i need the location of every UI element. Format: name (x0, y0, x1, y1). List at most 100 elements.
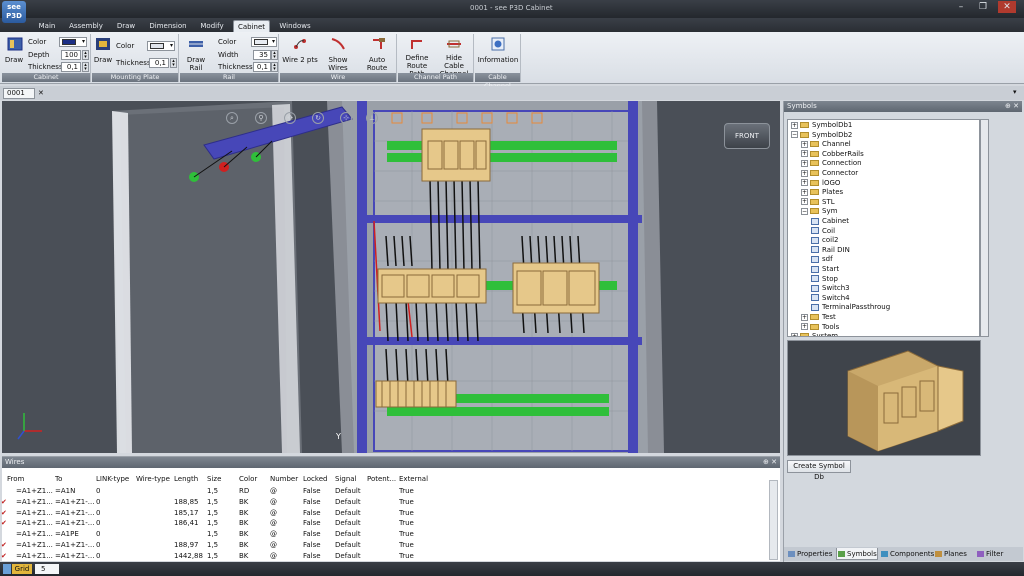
tree-node[interactable]: + Test (801, 313, 836, 322)
tree-node[interactable]: + Channel (801, 140, 851, 149)
information-button[interactable]: Information (475, 56, 521, 64)
rail-thickness-input[interactable]: 0,1 (253, 62, 271, 72)
tab-filter[interactable]: Filter (976, 548, 1010, 560)
column-header[interactable]: Locked (303, 474, 333, 484)
create-symbol-db-button[interactable]: Create Symbol Db (787, 460, 851, 481)
tree-scrollbar[interactable] (980, 119, 989, 337)
tab-cabinet[interactable]: Cabinet (233, 20, 270, 32)
column-header[interactable]: LINK-type (96, 474, 134, 484)
document-tab[interactable]: 0001 (3, 88, 35, 99)
draw-rail-button[interactable]: Draw Rail (180, 56, 212, 72)
expand-icon[interactable]: + (801, 159, 808, 167)
tree-node[interactable]: Switch4 (811, 294, 850, 303)
tab-draw[interactable]: Draw (112, 20, 140, 32)
app-logo[interactable]: see P3D (2, 1, 26, 23)
tab-symbols[interactable]: Symbols (836, 548, 878, 560)
tree-node[interactable]: Start (811, 265, 839, 274)
wire-2pts-button[interactable]: Wire 2 pts (282, 56, 318, 64)
maximize-button[interactable]: ❐ (974, 1, 992, 13)
column-header[interactable]: Wire-type (136, 474, 172, 484)
auto-route-button[interactable]: Auto Route (358, 56, 396, 72)
rail-thickness-spinner[interactable]: ▴ ▾ (271, 62, 278, 72)
tab-dimension[interactable]: Dimension (146, 20, 190, 32)
tree-node[interactable]: Cabinet (811, 217, 849, 226)
cabinet-color-select[interactable]: ▾ (59, 37, 87, 47)
table-row[interactable]: ✔ =A1+Z1... =A1+Z1-... 0 188,97 1,5 BK @ False De… (1, 540, 768, 550)
tab-properties[interactable]: Properties (787, 548, 835, 560)
tab-modify[interactable]: Modify (196, 20, 228, 32)
expand-icon[interactable]: + (791, 121, 798, 129)
cabinet-depth-input[interactable]: 100 (61, 50, 81, 60)
column-header[interactable]: Signal (335, 474, 365, 484)
rail-color-select[interactable]: ▾ (251, 37, 277, 47)
expand-icon[interactable]: + (801, 198, 808, 206)
table-row[interactable]: ✔ =A1+Z1... =A1+Z1-... 0 185,17 1,5 BK @ False De… (1, 508, 768, 518)
zoom-icon[interactable]: ⚲ (255, 112, 267, 124)
tree-node[interactable]: sdf (811, 255, 833, 264)
expand-icon[interactable]: + (801, 179, 808, 187)
column-header[interactable]: Length (174, 474, 206, 484)
tree-node[interactable]: TerminalPassthroug (811, 303, 890, 312)
column-header[interactable]: To (55, 474, 95, 484)
tree-node[interactable]: + lOGO (801, 179, 840, 188)
expand-icon[interactable]: + (791, 332, 798, 336)
table-row[interactable]: =A1+Z1... =A1N 0 1,5 RD @ False Default True (2, 486, 768, 496)
rail-width-spinner[interactable]: ▴ ▾ (271, 50, 278, 60)
cabinet-thickness-input[interactable]: 0,1 (61, 62, 81, 72)
chevron-down-icon[interactable]: ▾ (1013, 88, 1017, 96)
tree-node[interactable]: Switch3 (811, 284, 850, 293)
column-header[interactable]: External (399, 474, 429, 484)
tree-node[interactable]: coil2 (811, 236, 838, 245)
column-header[interactable]: From (7, 474, 53, 484)
tree-node[interactable]: + Connection (801, 159, 862, 168)
grid-toggle-icon[interactable] (3, 564, 11, 574)
expand-icon[interactable]: + (801, 150, 808, 158)
column-header[interactable]: Potent... (367, 474, 397, 484)
pin-icon[interactable]: ⊕ ✕ (1005, 101, 1019, 112)
close-icon[interactable]: ✕ (38, 89, 44, 97)
expand-icon[interactable]: + (801, 323, 808, 331)
table-row[interactable]: ✔ =A1+Z1... =A1+Z1-... 0 186,41 1,5 BK @ False De… (1, 518, 768, 528)
expand-icon[interactable]: + (801, 140, 808, 148)
expand-icon[interactable]: + (801, 169, 808, 177)
close-button[interactable]: ✕ (998, 1, 1016, 13)
expand-icon[interactable]: + (801, 313, 808, 321)
collapse-icon[interactable]: − (791, 131, 798, 139)
tree-node[interactable]: + Plates (801, 188, 843, 197)
column-header[interactable]: Color (239, 474, 267, 484)
minimize-button[interactable]: – (952, 1, 970, 13)
show-wires-button[interactable]: Show Wires (318, 56, 358, 72)
tree-node[interactable]: + Tools (801, 323, 839, 332)
rail-width-input[interactable]: 35 (253, 50, 271, 60)
mounting-plate-draw-button[interactable]: Draw (92, 56, 114, 64)
pin-icon[interactable]: ⊕ ✕ (763, 457, 777, 468)
collapse-icon[interactable]: − (801, 207, 808, 215)
column-header[interactable]: Size (207, 474, 237, 484)
symbol-tree[interactable]: + SymbolDb1 − SymbolDb2 + Channel + CobberRails… (787, 119, 980, 337)
tree-node[interactable]: + CobberRails (801, 150, 864, 159)
table-row[interactable]: ✔ =A1+Z1... =A1+Z1-... 0 1442,88 1,5 BK @ False D… (1, 551, 768, 561)
plate-thickness-spinner[interactable]: ▴ ▾ (170, 58, 177, 68)
tree-node[interactable]: + Connector (801, 169, 858, 178)
tab-components[interactable]: Components (880, 548, 934, 560)
table-row[interactable]: ✔ =A1+Z1... =A1+Z1-... 0 188,85 1,5 BK @ False De… (1, 497, 768, 507)
tree-node[interactable]: + System (791, 332, 838, 336)
orbit-icon[interactable]: ⊹ (340, 112, 352, 124)
tree-node[interactable]: Coil (811, 227, 835, 236)
tree-node[interactable]: Rail DIN (811, 246, 850, 255)
axis-icon[interactable]: ⟂ (366, 112, 378, 124)
table-row[interactable]: =A1+Z1... =A1PE 0 1,5 BK @ False Default True (2, 529, 768, 539)
expand-icon[interactable]: + (801, 188, 808, 196)
cabinet-draw-button[interactable]: Draw (2, 56, 26, 64)
view-cube[interactable]: FRONT (724, 123, 770, 149)
wires-scrollbar[interactable] (769, 480, 778, 560)
tree-node[interactable]: − SymbolDb2 (791, 131, 852, 140)
cabinet-thickness-spinner[interactable]: ▴ ▾ (82, 62, 89, 72)
tab-planes[interactable]: Planes (934, 548, 972, 560)
plate-thickness-input[interactable]: 0,1 (149, 58, 169, 68)
3d-viewport[interactable]: ⌕ ⚲ ✥ ↻ ⊹ ⟂ FRONT Y (2, 101, 780, 453)
rotate-icon[interactable]: ↻ (312, 112, 324, 124)
zoom-window-icon[interactable]: ⌕ (226, 112, 238, 124)
tree-node[interactable]: + SymbolDb1 (791, 121, 852, 130)
tree-node[interactable]: − Sym (801, 207, 837, 216)
